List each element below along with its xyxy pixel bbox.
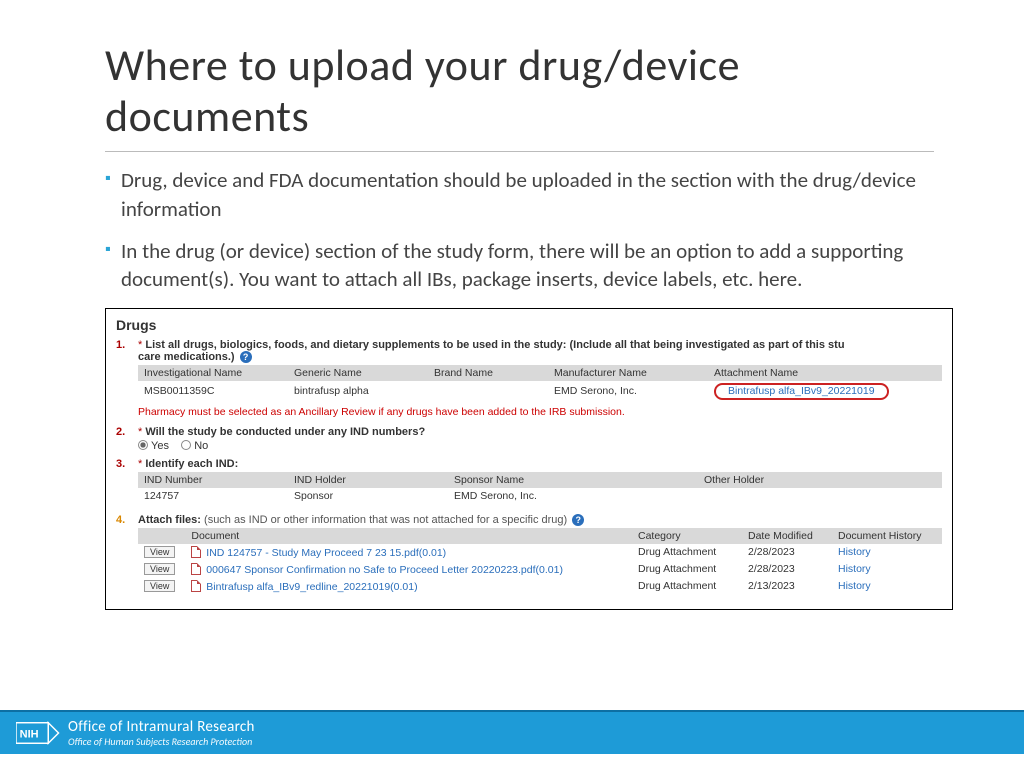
- q3-number: 3.: [116, 458, 125, 470]
- question-3: 3. * Identify each IND:: [138, 458, 942, 470]
- view-button[interactable]: View: [144, 563, 175, 575]
- footer: NIH Office of Intramural Research Office…: [0, 710, 1024, 754]
- cell-brand: [428, 381, 548, 402]
- table-row: View 000647 Sponsor Confirmation no Safe…: [138, 561, 942, 578]
- bullet-list: Drug, device and FDA documentation shoul…: [105, 166, 934, 293]
- table-row: View Bintrafusp alfa_IBv9_redline_202210…: [138, 578, 942, 595]
- col-other-holder: Other Holder: [698, 472, 942, 488]
- help-icon[interactable]: ?: [240, 351, 252, 363]
- doc-link[interactable]: 000647 Sponsor Confirmation no Safe to P…: [206, 564, 563, 576]
- col-manufacturer: Manufacturer Name: [548, 365, 708, 381]
- cell-other: [698, 488, 942, 504]
- history-link[interactable]: History: [838, 580, 871, 592]
- col-generic-name: Generic Name: [288, 365, 428, 381]
- no-label: No: [194, 440, 208, 452]
- cell-ind-number: 124757: [138, 488, 288, 504]
- cell-category: Drug Attachment: [632, 561, 742, 578]
- attach-table: Document Category Date Modified Document…: [138, 528, 942, 595]
- col-history: Document History: [832, 528, 942, 544]
- pharmacy-warning: Pharmacy must be selected as an Ancillar…: [138, 406, 942, 418]
- cell-investigational: MSB0011359C: [138, 381, 288, 402]
- view-button[interactable]: View: [144, 580, 175, 592]
- cell-ind-holder: Sponsor: [288, 488, 448, 504]
- slide-title: Where to upload your drug/device documen…: [105, 40, 934, 152]
- panel-heading: Drugs: [116, 317, 942, 333]
- nih-logo: NIH: [16, 720, 60, 746]
- pdf-icon: [191, 546, 201, 558]
- ind-table: IND Number IND Holder Sponsor Name Other…: [138, 472, 942, 504]
- svg-text:NIH: NIH: [20, 728, 39, 740]
- help-icon[interactable]: ?: [572, 514, 584, 526]
- col-attachment: Attachment Name: [708, 365, 942, 381]
- q3-text: Identify each IND:: [145, 458, 238, 470]
- drugs-table: Investigational Name Generic Name Brand …: [138, 365, 942, 402]
- radio-yes[interactable]: [138, 440, 148, 450]
- q1-text-cont: care medications.): [138, 351, 235, 363]
- pdf-icon: [191, 563, 201, 575]
- yes-label: Yes: [151, 440, 169, 452]
- pdf-icon: [191, 580, 201, 592]
- q2-number: 2.: [116, 426, 125, 438]
- doc-link[interactable]: IND 124757 - Study May Proceed 7 23 15.p…: [206, 547, 446, 559]
- doc-link[interactable]: Bintrafusp alfa_IBv9_redline_20221019(0.…: [206, 581, 417, 593]
- col-ind-holder: IND Holder: [288, 472, 448, 488]
- col-investigational-name: Investigational Name: [138, 365, 288, 381]
- table-row: View IND 124757 - Study May Proceed 7 23…: [138, 544, 942, 561]
- q4-text: Attach files:: [138, 514, 201, 526]
- cell-date: 2/28/2023: [742, 561, 832, 578]
- col-brand-name: Brand Name: [428, 365, 548, 381]
- bullet-item: In the drug (or device) section of the s…: [105, 237, 934, 294]
- table-row: 124757 Sponsor EMD Serono, Inc.: [138, 488, 942, 504]
- attachment-link[interactable]: Bintrafusp alfa_IBv9_20221019: [714, 383, 889, 400]
- history-link[interactable]: History: [838, 563, 871, 575]
- q4-subtext: (such as IND or other information that w…: [204, 514, 567, 526]
- footer-line-2: Office of Human Subjects Research Protec…: [68, 735, 255, 748]
- col-document: Document: [185, 528, 632, 544]
- bullet-item: Drug, device and FDA documentation shoul…: [105, 166, 934, 223]
- q1-text: List all drugs, biologics, foods, and di…: [145, 339, 844, 351]
- col-sponsor: Sponsor Name: [448, 472, 698, 488]
- cell-date: 2/28/2023: [742, 544, 832, 561]
- question-1: 1. * List all drugs, biologics, foods, a…: [138, 339, 942, 363]
- view-button[interactable]: View: [144, 546, 175, 558]
- q1-number: 1.: [116, 339, 125, 351]
- cell-generic: bintrafusp alpha: [288, 381, 428, 402]
- cell-attachment[interactable]: Bintrafusp alfa_IBv9_20221019: [708, 381, 942, 402]
- radio-no[interactable]: [181, 440, 191, 450]
- required-asterisk: *: [138, 426, 142, 438]
- cell-date: 2/13/2023: [742, 578, 832, 595]
- cell-category: Drug Attachment: [632, 578, 742, 595]
- q4-number: 4.: [116, 514, 125, 526]
- q2-text: Will the study be conducted under any IN…: [145, 426, 425, 438]
- cell-manufacturer: EMD Serono, Inc.: [548, 381, 708, 402]
- drugs-panel: Drugs 1. * List all drugs, biologics, fo…: [105, 308, 953, 610]
- yes-no-group: Yes No: [138, 440, 942, 452]
- col-blank: [138, 528, 185, 544]
- table-row: MSB0011359C bintrafusp alpha EMD Serono,…: [138, 381, 942, 402]
- question-4: 4. Attach files: (such as IND or other i…: [138, 514, 942, 526]
- required-asterisk: *: [138, 458, 142, 470]
- required-asterisk: *: [138, 339, 142, 351]
- history-link[interactable]: History: [838, 546, 871, 558]
- col-ind-number: IND Number: [138, 472, 288, 488]
- cell-sponsor: EMD Serono, Inc.: [448, 488, 698, 504]
- question-2: 2. * Will the study be conducted under a…: [138, 426, 942, 438]
- footer-line-1: Office of Intramural Research: [68, 718, 255, 736]
- footer-text: Office of Intramural Research Office of …: [68, 718, 255, 748]
- col-date: Date Modified: [742, 528, 832, 544]
- col-category: Category: [632, 528, 742, 544]
- cell-category: Drug Attachment: [632, 544, 742, 561]
